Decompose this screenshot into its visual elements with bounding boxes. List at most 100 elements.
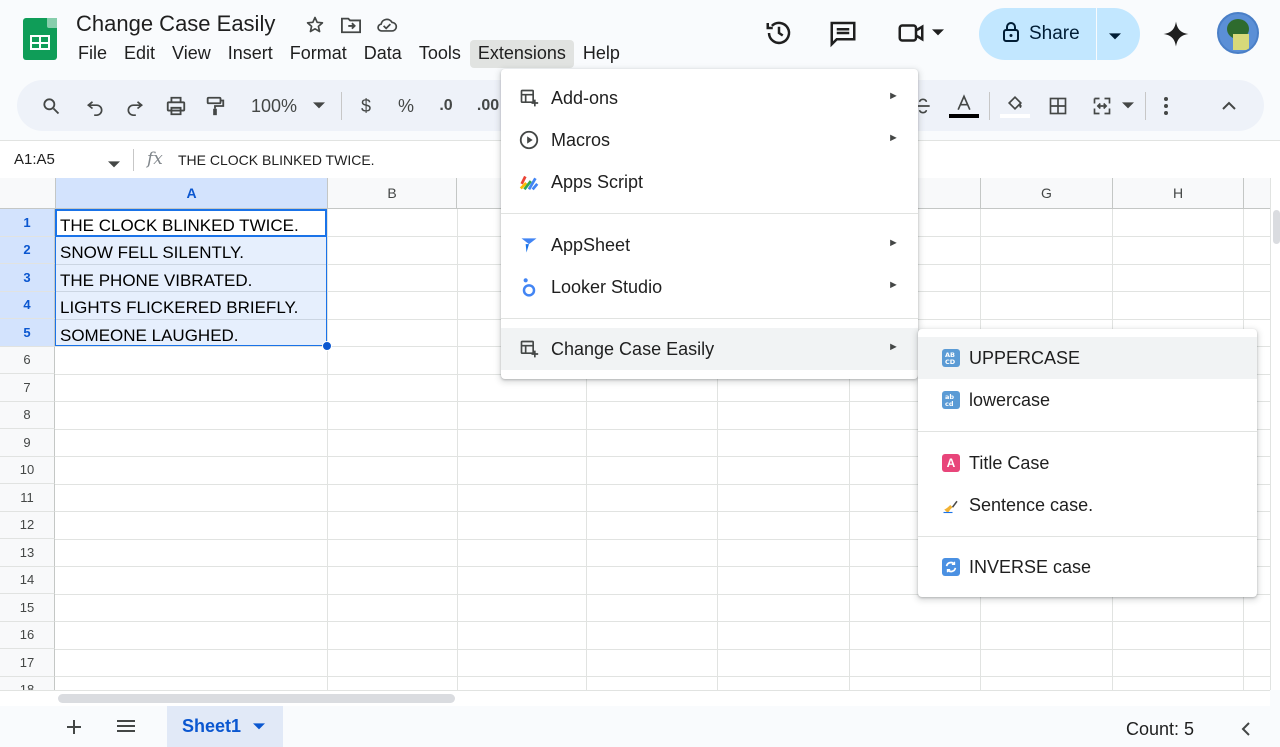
menu-item-inverse-case[interactable]: INVERSE case: [918, 546, 1257, 588]
paint-format-icon[interactable]: [203, 94, 227, 118]
row-header-5[interactable]: 5: [0, 319, 55, 347]
menu-item-title-case[interactable]: A Title Case: [918, 442, 1257, 484]
cell-a4[interactable]: LIGHTS FLICKERED BRIEFLY.: [56, 293, 326, 320]
cell-a5[interactable]: SOMEONE LAUGHED.: [56, 321, 326, 348]
menu-item-lowercase[interactable]: ab cd lowercase: [918, 379, 1257, 421]
row-header-13[interactable]: 13: [0, 539, 55, 567]
column-header-g[interactable]: G: [981, 178, 1113, 209]
svg-text:CD: CD: [945, 358, 956, 366]
collapse-sidebar-icon[interactable]: [1241, 722, 1251, 741]
column-header-b[interactable]: B: [328, 178, 457, 209]
redo-icon[interactable]: [123, 94, 147, 118]
cell-a1[interactable]: THE CLOCK BLINKED TWICE.: [56, 211, 326, 238]
menu-item-appsheet[interactable]: AppSheet ►: [501, 224, 918, 266]
more-options-icon[interactable]: [1157, 94, 1175, 118]
vertical-scrollbar[interactable]: [1270, 178, 1280, 690]
star-icon[interactable]: [304, 14, 326, 36]
formula-input[interactable]: THE CLOCK BLINKED TWICE.: [178, 152, 375, 168]
menu-help[interactable]: Help: [575, 40, 628, 68]
row-header-3[interactable]: 3: [0, 264, 55, 292]
row-header-1[interactable]: 1: [0, 209, 55, 237]
menu-insert[interactable]: Insert: [220, 40, 281, 68]
meet-icon[interactable]: [890, 16, 950, 50]
zoom-select[interactable]: 100%: [247, 94, 301, 118]
document-title[interactable]: Change Case Easily: [76, 11, 275, 37]
menu-data[interactable]: Data: [356, 40, 410, 68]
menu-item-change-case-easily[interactable]: Change Case Easily ►: [501, 328, 918, 370]
row-header-11[interactable]: 11: [0, 484, 55, 512]
comments-icon[interactable]: [826, 16, 860, 50]
print-icon[interactable]: [164, 94, 188, 118]
menu-item-uppercase[interactable]: AB CD UPPERCASE: [918, 337, 1257, 379]
menu-item-macros[interactable]: Macros ►: [501, 119, 918, 161]
vertical-scroll-thumb[interactable]: [1273, 210, 1280, 244]
currency-format-button[interactable]: $: [355, 94, 377, 118]
percent-format-button[interactable]: %: [395, 94, 417, 118]
selection-count[interactable]: Count: 5: [1126, 719, 1194, 740]
submenu-arrow-icon: ►: [888, 341, 899, 353]
menu-item-label: AppSheet: [551, 234, 631, 255]
column-header-h[interactable]: H: [1113, 178, 1244, 209]
avatar[interactable]: [1217, 12, 1259, 54]
share-dropdown-icon[interactable]: [1109, 28, 1121, 46]
fill-handle[interactable]: [322, 341, 332, 351]
row-header-15[interactable]: 15: [0, 594, 55, 622]
addon-icon: [518, 87, 540, 109]
menu-item-apps-script[interactable]: Apps Script: [501, 161, 918, 203]
text-color-icon[interactable]: [949, 94, 979, 118]
version-history-icon[interactable]: [762, 16, 796, 50]
select-all-corner[interactable]: [0, 178, 56, 209]
row-header-8[interactable]: 8: [0, 401, 55, 429]
row-header-18[interactable]: 18: [0, 676, 55, 690]
horizontal-scrollbar[interactable]: [0, 690, 1270, 706]
collapse-menus-icon[interactable]: [1218, 94, 1240, 118]
cell-a3[interactable]: THE PHONE VIBRATED.: [56, 266, 326, 293]
merge-dropdown-icon[interactable]: [1121, 94, 1135, 118]
menu-tools[interactable]: Tools: [411, 40, 469, 68]
menu-edit[interactable]: Edit: [116, 40, 163, 68]
gemini-icon[interactable]: [1161, 19, 1191, 54]
name-box-dropdown-icon[interactable]: [108, 156, 120, 174]
add-sheet-icon[interactable]: [65, 716, 83, 742]
decrease-decimal-button[interactable]: .0: [433, 94, 459, 118]
menu-item-looker-studio[interactable]: Looker Studio ►: [501, 266, 918, 308]
fill-color-icon[interactable]: [1000, 94, 1030, 118]
row-header-2[interactable]: 2: [0, 236, 55, 264]
menu-format[interactable]: Format: [282, 40, 355, 68]
column-header-i[interactable]: [1244, 178, 1270, 209]
borders-icon[interactable]: [1047, 94, 1069, 118]
row-header-9[interactable]: 9: [0, 429, 55, 457]
row-header-7[interactable]: 7: [0, 374, 55, 402]
cloud-saved-icon[interactable]: [376, 14, 398, 36]
row-header-17[interactable]: 17: [0, 649, 55, 677]
menu-file[interactable]: File: [70, 40, 115, 68]
row-header-10[interactable]: 10: [0, 456, 55, 484]
merge-cells-icon[interactable]: [1091, 94, 1113, 118]
sheet-tab-sheet1[interactable]: Sheet1: [167, 706, 283, 747]
move-folder-icon[interactable]: [340, 14, 362, 36]
all-sheets-icon[interactable]: [116, 718, 136, 739]
horizontal-scroll-thumb[interactable]: [58, 694, 455, 703]
sheets-logo-icon[interactable]: [23, 18, 57, 60]
row-header-12[interactable]: 12: [0, 511, 55, 539]
menu-item-label: Title Case: [969, 452, 1050, 473]
cell-a2[interactable]: SNOW FELL SILENTLY.: [56, 238, 326, 265]
menu-item-sentence-case[interactable]: Sentence case.: [918, 484, 1257, 526]
increase-decimal-button[interactable]: .00: [473, 94, 503, 118]
share-button[interactable]: Share: [979, 8, 1140, 60]
row-header-4[interactable]: 4: [0, 291, 55, 319]
undo-icon[interactable]: [83, 94, 107, 118]
menu-item-add-ons[interactable]: Add-ons ►: [501, 77, 918, 119]
menu-view[interactable]: View: [164, 40, 219, 68]
menu-extensions[interactable]: Extensions: [469, 40, 574, 68]
row-header-14[interactable]: 14: [0, 566, 55, 594]
column-header-a[interactable]: A: [56, 178, 328, 209]
menu-item-label: Add-ons: [551, 87, 619, 108]
menu-item-label: UPPERCASE: [969, 347, 1081, 368]
zoom-dropdown-icon[interactable]: [311, 94, 327, 118]
row-header-16[interactable]: 16: [0, 621, 55, 649]
sheet-tab-dropdown-icon[interactable]: [253, 722, 266, 731]
row-header-6[interactable]: 6: [0, 346, 55, 374]
name-box[interactable]: A1:A5: [14, 151, 55, 168]
search-menus-icon[interactable]: [39, 94, 63, 118]
